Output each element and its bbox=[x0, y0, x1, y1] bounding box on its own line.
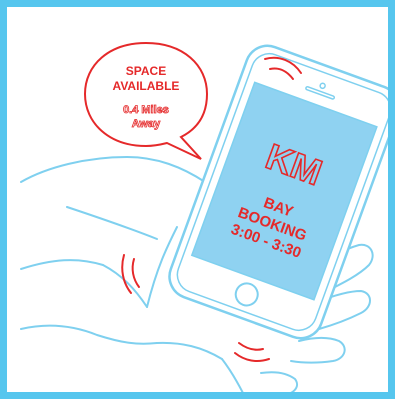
bubble-outline bbox=[83, 41, 209, 160]
wrist-lower-line bbox=[221, 358, 244, 392]
finger-top-line bbox=[20, 156, 206, 183]
wrist-line bbox=[156, 341, 223, 360]
bubble-title-line1: SPACE bbox=[126, 64, 166, 78]
bubble-title-line2: AVAILABLE bbox=[113, 79, 180, 93]
bubble-distance-line2: Away bbox=[132, 118, 161, 130]
vibration-bottom-1 bbox=[238, 342, 264, 351]
bubble-distance-line1: 0.4 Miles bbox=[123, 104, 169, 116]
finger-3 bbox=[290, 337, 346, 364]
palm-line bbox=[102, 264, 148, 308]
vibration-left-1 bbox=[131, 258, 140, 288]
vibration-left-2 bbox=[121, 254, 132, 294]
knuckle-line bbox=[66, 206, 158, 240]
arm-upper-line bbox=[20, 259, 104, 270]
phone-hand-illustration: KM BAY BOOKING 3:00 - 3:30 SPACE AVAILAB… bbox=[20, 41, 388, 392]
finger-4 bbox=[260, 371, 299, 392]
space-available-bubble: SPACE AVAILABLE 0.4 Miles Away bbox=[83, 41, 209, 160]
vibration-bottom-2 bbox=[234, 352, 270, 362]
illustration-frame: KM BAY BOOKING 3:00 - 3:30 SPACE AVAILAB… bbox=[0, 0, 395, 399]
arm-lower-line bbox=[20, 324, 158, 345]
